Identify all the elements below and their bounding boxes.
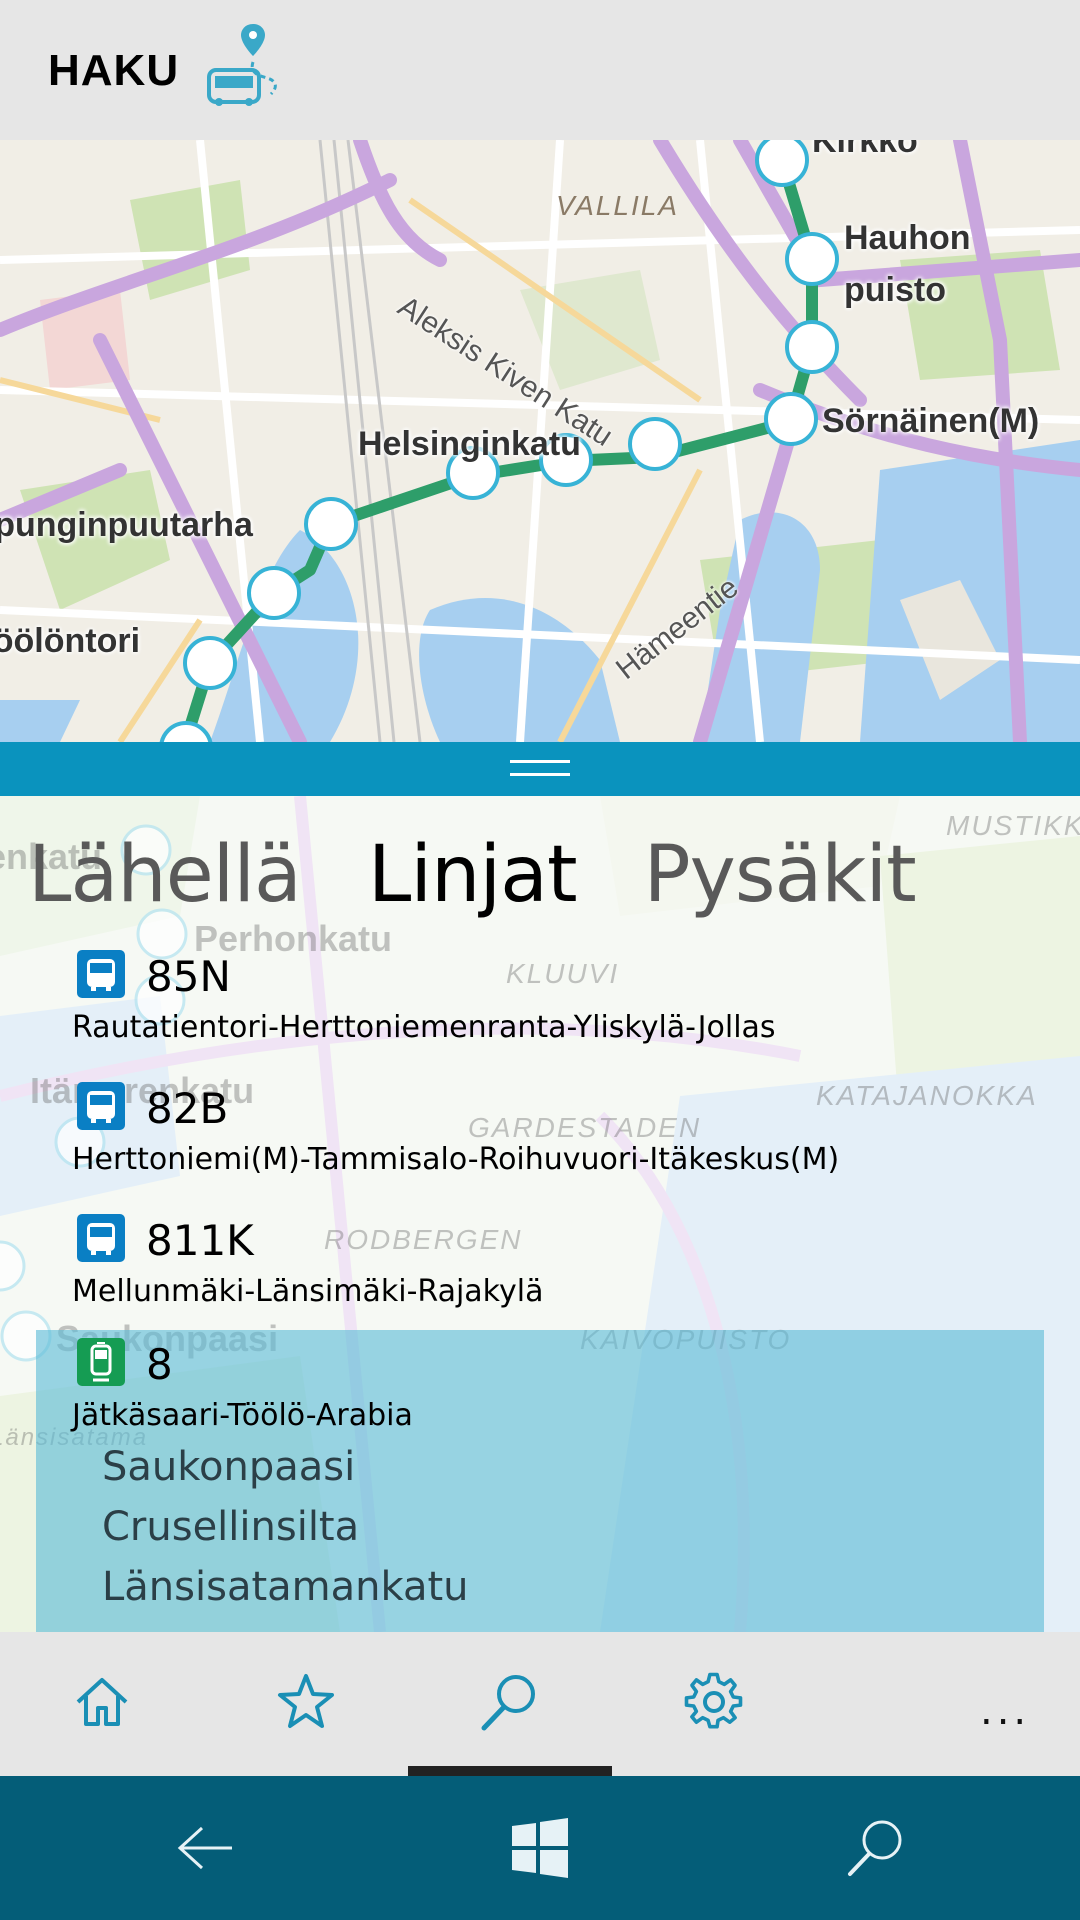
tram-icon	[77, 1338, 125, 1386]
map-stop-label: Helsinginkatu	[358, 425, 581, 463]
route-stop-item[interactable]: Saukonpaasi	[102, 1444, 468, 1504]
tab-stops[interactable]: Pysäkit	[644, 830, 917, 920]
back-arrow-icon	[177, 1826, 232, 1870]
map-stop-label: Hauhon puisto	[844, 219, 971, 309]
bus-icon	[77, 950, 125, 998]
route-number: 82B	[146, 1084, 229, 1133]
bus-route-icon	[205, 22, 285, 106]
route-list: 85N Rautatientori-Herttoniemenranta-Ylis…	[0, 946, 1080, 1342]
tab-nearby[interactable]: Lähellä	[28, 830, 302, 920]
system-nav-bar	[0, 1776, 1080, 1920]
home-button[interactable]	[70, 1670, 134, 1734]
route-number: 8	[146, 1340, 173, 1389]
tab-strip: Lähellä Linjat Pysäkit	[28, 830, 978, 930]
map-stop-label: Sörnäinen(M)	[822, 402, 1040, 440]
windows-icon	[512, 1818, 568, 1878]
tab-lines[interactable]: Linjat	[368, 830, 578, 920]
list-item[interactable]: 82B Herttoniemi(M)-Tammisalo-Roihuvuori-…	[0, 1078, 1080, 1210]
search-button[interactable]	[844, 1816, 908, 1880]
more-button[interactable]: ...	[980, 1688, 1030, 1734]
route-description: Jätkäsaari-Töölö-Arabia	[72, 1398, 413, 1433]
map-stop-label: Kirkko	[812, 140, 918, 160]
grip-icon	[510, 760, 570, 780]
route-stop-item[interactable]: Crusellinsilta	[102, 1504, 468, 1564]
map-stop-label: Töölöntori	[0, 622, 141, 660]
list-item[interactable]: 85N Rautatientori-Herttoniemenranta-Ylis…	[0, 946, 1080, 1078]
results-panel: Perhonkatu KLUUVI Itämerenkatu GARDESTAD…	[0, 796, 1080, 1632]
start-button[interactable]	[508, 1816, 572, 1880]
app-header: HAKU	[0, 0, 1080, 140]
bus-icon	[77, 1082, 125, 1130]
route-description: Herttoniemi(M)-Tammisalo-Roihuvuori-Itäk…	[72, 1142, 840, 1177]
district-label: VALLILA	[556, 190, 679, 221]
route-description: Mellunmäki-Länsimäki-Rajakylä	[72, 1274, 544, 1309]
search-tab-button[interactable]	[478, 1670, 542, 1734]
page-title: HAKU	[48, 46, 180, 95]
panel-drag-handle[interactable]	[0, 742, 1080, 796]
route-number: 811K	[146, 1216, 254, 1265]
route-stop-list: Saukonpaasi Crusellinsilta Länsisatamank…	[102, 1444, 468, 1624]
bus-icon	[77, 1214, 125, 1262]
list-item[interactable]: 811K Mellunmäki-Länsimäki-Rajakylä	[0, 1210, 1080, 1342]
active-tab-indicator	[408, 1766, 612, 1776]
route-stop-item[interactable]: Länsisatamankatu	[102, 1564, 468, 1624]
favorites-button[interactable]	[274, 1670, 338, 1734]
settings-button[interactable]	[682, 1670, 746, 1734]
star-icon	[278, 1674, 334, 1728]
search-icon	[848, 1820, 902, 1876]
route-number: 85N	[146, 952, 231, 1001]
home-icon	[76, 1678, 128, 1726]
map-stop-label: Kaupunginpuutarha	[0, 506, 253, 544]
route-description: Rautatientori-Herttoniemenranta-Yliskylä…	[72, 1010, 776, 1045]
route-map[interactable]: VALLILA Aleksis Kiven Katu Hämeentie Kir…	[0, 140, 1080, 742]
search-icon	[481, 1675, 535, 1731]
gear-icon	[684, 1672, 743, 1729]
back-button[interactable]	[172, 1816, 236, 1880]
command-bar: ...	[0, 1632, 1080, 1776]
